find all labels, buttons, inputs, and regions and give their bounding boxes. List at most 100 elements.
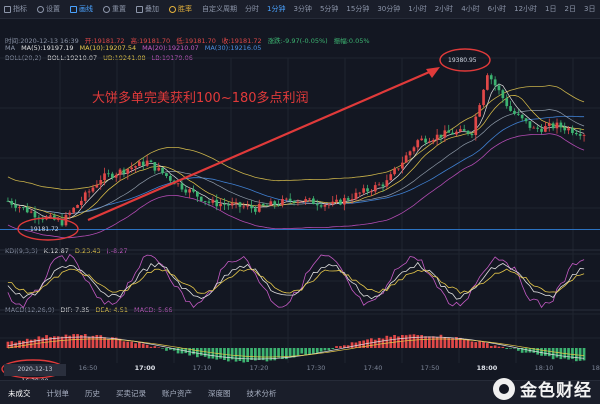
candle-body [87, 191, 91, 193]
period-option[interactable]: 1日 [541, 4, 560, 14]
indicator-icon [4, 5, 11, 13]
candle-body [296, 201, 300, 203]
macd-histogram-bar [296, 348, 300, 356]
candle-body [277, 204, 280, 206]
annotation-text: 大饼多单完美获利100~180多点利润 [92, 90, 309, 106]
period-option[interactable]: 6小时 [484, 4, 510, 14]
tab-depth-chart[interactable]: 深度图 [200, 388, 239, 399]
candle-body [114, 174, 118, 178]
macd-histogram-bar [122, 341, 126, 348]
period-option[interactable]: 1小时 [404, 4, 430, 14]
candle-body [489, 75, 493, 80]
macd-histogram-bar [91, 335, 95, 348]
candle-body [559, 122, 563, 128]
period-option[interactable]: 5分钟 [316, 4, 342, 14]
candle-body [466, 130, 470, 134]
candle-body [285, 198, 288, 200]
candle-body [567, 128, 570, 131]
draw-line-button[interactable]: 画线 [70, 4, 93, 14]
tab-open-orders[interactable]: 未成交 [0, 388, 39, 399]
period-option[interactable]: 2小时 [431, 4, 457, 14]
candle-body [339, 199, 342, 205]
period-option[interactable]: 12小时 [510, 4, 541, 14]
candle-body [165, 173, 168, 176]
candle-body [14, 204, 17, 208]
period-option[interactable]: 1分钟 [263, 4, 289, 14]
macd-histogram-bar [319, 348, 323, 352]
macd-histogram-bar [130, 341, 133, 348]
chart-canvas[interactable]: 16:50 17:00 17:10 17:20 17:30 17:40 17:50 18:00… [0, 18, 600, 380]
candle-body [250, 205, 253, 209]
macd-histogram-bar [486, 343, 489, 348]
tab-account-assets[interactable]: 账户资产 [154, 388, 200, 399]
period-selector: 自定义周期 分时 1分钟 3分钟 5分钟 15分钟 30分钟 1小时 2小时 4小时 6小时 12小时… [198, 4, 600, 14]
macd-histogram-bar [505, 348, 509, 349]
x-axis: 16:50 17:00 17:10 17:20 17:30 17:40 17:50 18:00… [79, 364, 600, 372]
candle-body [455, 131, 458, 135]
candle-body [346, 198, 350, 200]
macd-histogram-bar [196, 348, 199, 358]
candle-body [192, 189, 195, 192]
candle-body [377, 184, 381, 186]
indicator-button[interactable]: 指标 [4, 4, 27, 14]
macd-histogram-bar [327, 348, 331, 351]
macd-histogram-bar [501, 346, 505, 348]
tab-trade-records[interactable]: 买卖记录 [108, 388, 154, 399]
candle-body [18, 207, 21, 208]
period-option[interactable]: 4小时 [457, 4, 483, 14]
period-option[interactable]: 自定义周期 [198, 4, 241, 14]
period-option[interactable]: 3日 [580, 4, 599, 14]
tab-plan-orders[interactable]: 计划单 [39, 388, 78, 399]
candle-body [130, 167, 133, 170]
candle-body [416, 140, 420, 148]
period-option[interactable]: 15分钟 [342, 4, 373, 14]
x-tick-label: 17:10 [193, 364, 212, 372]
macd-histogram-bar [176, 348, 180, 354]
macd-histogram-bar [544, 348, 547, 356]
candle-body [563, 127, 567, 131]
candle-body [103, 173, 106, 180]
x-tick-label: 17:20 [250, 364, 269, 372]
macd-histogram-bar [431, 336, 435, 348]
macd-histogram-bar [6, 341, 10, 348]
candle-body [29, 211, 33, 213]
period-option[interactable]: 2日 [561, 4, 580, 14]
candle-body [497, 85, 501, 91]
tab-technical-analysis[interactable]: 技术分析 [239, 388, 285, 399]
macd-histogram-bar [242, 348, 246, 363]
candle-body [176, 183, 180, 185]
candle-body [555, 122, 559, 129]
candle-body [300, 201, 304, 203]
reset-button[interactable]: 重置 [103, 4, 126, 14]
ma10-line [7, 95, 585, 219]
ma20-line [7, 109, 585, 214]
overlay-button[interactable]: 叠加 [136, 4, 159, 14]
macd-histogram-bar [408, 334, 412, 348]
candle-body [257, 203, 261, 212]
macd-histogram-bar [60, 336, 64, 348]
tab-history[interactable]: 历史 [77, 388, 108, 399]
macd-histogram-bar [300, 348, 304, 354]
period-option[interactable]: 3分钟 [289, 4, 315, 14]
candle-body [180, 183, 184, 190]
macd-histogram-bar [76, 334, 79, 348]
period-option[interactable]: 30分钟 [373, 4, 404, 14]
candle-body [269, 201, 273, 206]
candle-body [335, 199, 338, 202]
macd-histogram-bar [165, 348, 168, 351]
macd-histogram-bar [87, 336, 91, 348]
settings-button[interactable]: 设置 [37, 4, 60, 14]
macd-histogram-bar [524, 348, 528, 353]
candle-body [99, 180, 103, 185]
candle-body [319, 205, 323, 207]
macd-histogram-bar [493, 345, 497, 348]
macd-histogram-bar [393, 335, 396, 348]
macd-histogram-bar [323, 348, 327, 351]
macd-histogram-bar [141, 343, 145, 348]
candle-body [350, 199, 354, 200]
macd-histogram-bar [138, 342, 141, 348]
macd-histogram-bar [107, 339, 110, 348]
candle-body [230, 203, 234, 206]
period-option[interactable]: 分时 [241, 4, 263, 14]
winrate-button[interactable]: 胜率 [169, 4, 192, 14]
